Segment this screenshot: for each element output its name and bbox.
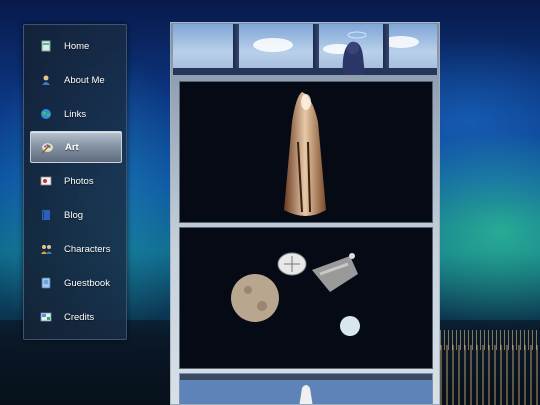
nav-label-about-me: About Me (64, 74, 105, 86)
guestbook-icon (39, 276, 53, 290)
artwork-shuttle-closeup[interactable] (179, 81, 433, 223)
nav-item-home[interactable]: Home (30, 31, 120, 61)
people-icon (39, 242, 53, 256)
globe-icon (39, 107, 53, 121)
artwork-space-scene[interactable] (179, 227, 433, 369)
nav-item-guestbook[interactable]: Guestbook (30, 268, 120, 298)
book-icon (39, 208, 53, 222)
nav-label-home: Home (64, 40, 90, 52)
artwork-third-preview[interactable] (179, 373, 433, 404)
nav-item-credits[interactable]: Credits (30, 302, 120, 332)
person-icon (39, 73, 53, 87)
home-icon (39, 39, 53, 53)
nav-label-characters: Characters (64, 243, 111, 255)
nav-item-characters[interactable]: Characters (30, 234, 120, 264)
water-reflection (440, 345, 540, 405)
nav-item-links[interactable]: Links (30, 99, 120, 129)
nav-item-about-me[interactable]: About Me (30, 65, 120, 95)
nav-label-blog: Blog (64, 209, 84, 221)
photo-icon (39, 174, 53, 188)
credits-icon (39, 310, 53, 324)
nav-label-credits: Credits (64, 311, 95, 323)
header-banner (173, 24, 437, 75)
nav-label-guestbook: Guestbook (64, 277, 110, 289)
nav-item-blog[interactable]: Blog (30, 200, 120, 230)
content-panel (170, 22, 440, 405)
sidebar-nav: Home About Me Links Art Photos Blog Char… (23, 24, 127, 340)
nav-label-photos: Photos (64, 175, 94, 187)
nav-label-art: Art (65, 141, 79, 153)
palette-icon (40, 140, 54, 154)
nav-label-links: Links (64, 108, 87, 120)
nav-item-art[interactable]: Art (30, 131, 122, 163)
character-silhouette (342, 31, 367, 75)
nav-item-photos[interactable]: Photos (30, 166, 120, 196)
